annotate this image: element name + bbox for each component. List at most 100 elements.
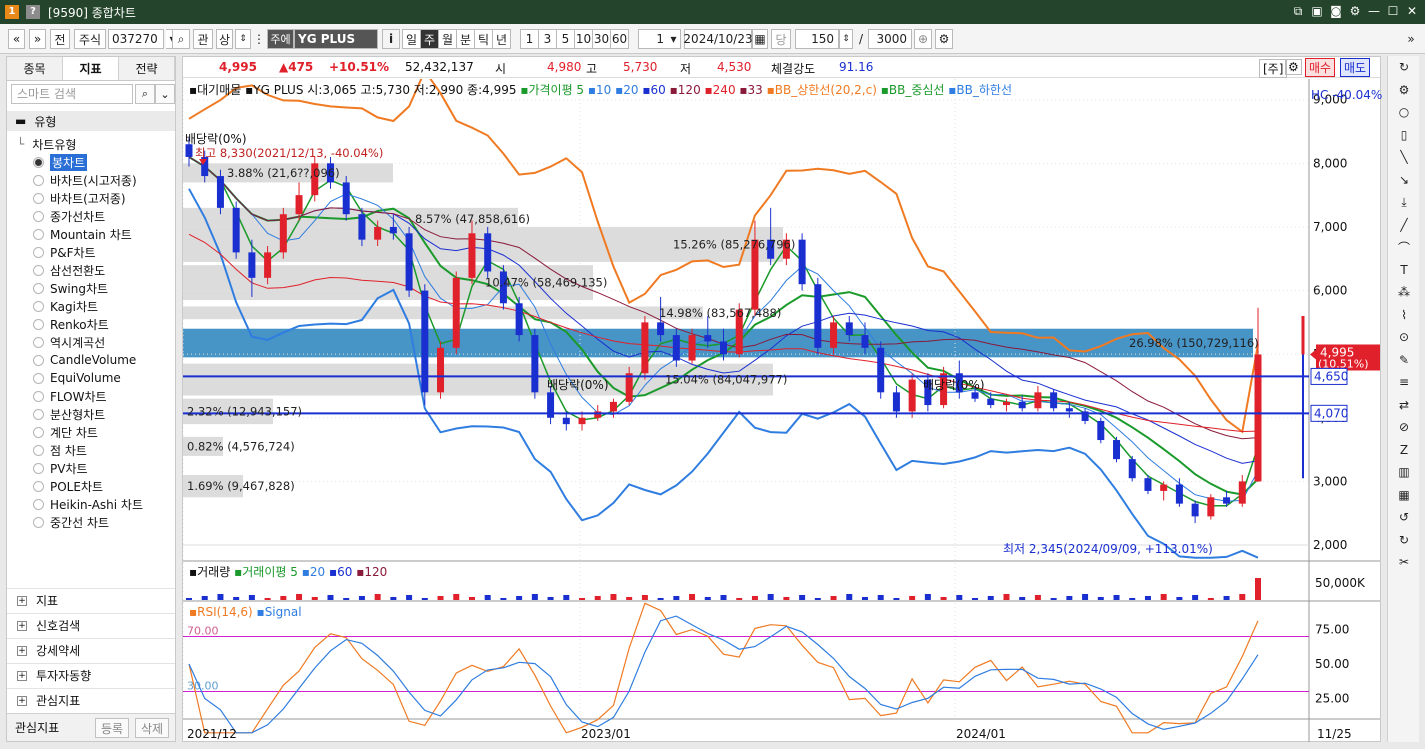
spin-input[interactable]: 1 xyxy=(638,29,668,49)
gear-icon[interactable]: ⚙ xyxy=(1394,81,1414,99)
bar-tool-icon[interactable]: ▯ xyxy=(1394,126,1414,144)
radio-icon[interactable] xyxy=(33,408,44,420)
interval-button-10[interactable]: 10 xyxy=(574,29,593,49)
camera-icon[interactable]: ◙ xyxy=(1329,3,1343,19)
code-input[interactable]: 037270 xyxy=(108,29,164,49)
search-icon[interactable]: ⌕ xyxy=(135,84,155,104)
count-input[interactable]: 150 xyxy=(795,29,839,49)
chart-type-item[interactable]: 봉차트 xyxy=(7,153,175,171)
radio-icon[interactable] xyxy=(33,228,44,240)
period-tab-1[interactable]: 주 xyxy=(420,29,439,49)
radio-icon[interactable] xyxy=(33,264,44,276)
folder-3[interactable]: + 투자자동향 xyxy=(7,663,175,687)
pattern-tool-icon[interactable]: ⁂ xyxy=(1394,283,1414,301)
radio-icon[interactable] xyxy=(33,210,44,222)
radio-icon[interactable] xyxy=(33,390,44,402)
collapse-icon[interactable]: ⌄ xyxy=(155,84,175,104)
erase-tool-icon[interactable]: ⊘ xyxy=(1394,418,1414,436)
line-tool-icon[interactable]: ╱ xyxy=(1394,216,1414,234)
folder-4[interactable]: + 관심지표 xyxy=(7,688,175,712)
date-input[interactable]: 2024/10/23 xyxy=(683,29,753,49)
left-tab-2[interactable]: 전략 xyxy=(119,57,175,80)
radio-icon[interactable] xyxy=(33,516,44,528)
period-tab-2[interactable]: 월 xyxy=(438,29,457,49)
arc-tool-icon[interactable]: ⌒ xyxy=(1394,238,1414,256)
unit-label[interactable]: [주] xyxy=(1259,59,1288,78)
radio-icon[interactable] xyxy=(33,372,44,384)
folder-2[interactable]: + 강세약세 xyxy=(7,638,175,662)
chart-type-item[interactable]: P&F차트 xyxy=(7,243,175,261)
chart-type-item[interactable]: EquiVolume xyxy=(7,369,175,387)
link-icon[interactable]: ▣ xyxy=(1310,3,1324,19)
chart-type-item[interactable]: FLOW차트 xyxy=(7,387,175,405)
delete-button[interactable]: 삭제 xyxy=(135,718,169,738)
prev-button[interactable]: 전 xyxy=(50,29,70,49)
list-tool-icon[interactable]: ≡ xyxy=(1394,373,1414,391)
zoom-add-icon[interactable]: ⊕ xyxy=(914,29,932,49)
chart-type-item[interactable]: 종가선차트 xyxy=(7,207,175,225)
minimize-icon[interactable]: — xyxy=(1367,3,1381,19)
sell-button[interactable]: 매도 xyxy=(1340,58,1371,77)
radio-icon[interactable] xyxy=(33,444,44,456)
buy-button[interactable]: 매수 xyxy=(1305,58,1336,77)
spin-dropdown-icon[interactable]: ▾ xyxy=(667,29,681,49)
wave-tool-icon[interactable]: ⌇ xyxy=(1394,306,1414,324)
spin-updown-icon[interactable]: ⇕ xyxy=(235,29,251,49)
expand-plus-icon[interactable]: + xyxy=(17,595,27,606)
chart-type-item[interactable]: CandleVolume xyxy=(7,351,175,369)
nav-prev-button[interactable]: « xyxy=(8,29,25,49)
expand-plus-icon[interactable]: + xyxy=(17,645,27,656)
nav-next-button[interactable]: » xyxy=(29,29,46,49)
maximize-icon[interactable]: ☐ xyxy=(1386,3,1400,19)
chart-type-item[interactable]: 바차트(고저종) xyxy=(7,189,175,207)
trendline-icon[interactable]: ╲ xyxy=(1394,148,1414,166)
chart-svg[interactable]: 3.88% (21,6??,096) 8.57% (47,858,616) 15.2… xyxy=(183,79,1380,742)
interval-button-30[interactable]: 30 xyxy=(592,29,611,49)
interval-button-60[interactable]: 60 xyxy=(610,29,629,49)
chart-type-item[interactable]: 계단 차트 xyxy=(7,423,175,441)
table-tool-icon[interactable]: ▦ xyxy=(1394,486,1414,504)
register-button[interactable]: 등록 xyxy=(95,718,129,738)
expand-plus-icon[interactable]: + xyxy=(17,695,27,706)
tree-node-chart-type[interactable]: └ 차트유형 xyxy=(7,135,175,153)
cut-tool-icon[interactable]: ✂ xyxy=(1394,553,1414,571)
info-button[interactable]: i xyxy=(382,29,400,49)
folder-1[interactable]: + 신호검색 xyxy=(7,613,175,637)
chart-type-item[interactable]: 점 차트 xyxy=(7,441,175,459)
swap-tool-icon[interactable]: ⇄ xyxy=(1394,396,1414,414)
radio-icon[interactable] xyxy=(33,336,44,348)
interval-button-1[interactable]: 1 xyxy=(520,29,539,49)
radio-icon[interactable] xyxy=(33,300,44,312)
chart-type-item[interactable]: PV차트 xyxy=(7,459,175,477)
expand-plus-icon[interactable]: + xyxy=(17,670,27,681)
period-tab-5[interactable]: 년 xyxy=(492,29,511,49)
radio-icon[interactable] xyxy=(33,174,44,186)
radio-icon[interactable] xyxy=(33,480,44,492)
radio-icon[interactable] xyxy=(33,426,44,438)
chart-type-item[interactable]: 분산형차트 xyxy=(7,405,175,423)
chart-type-item[interactable]: 바차트(시고저종) xyxy=(7,171,175,189)
chart-type-item[interactable]: 역시계곡선 xyxy=(7,333,175,351)
market-select[interactable]: 주식 xyxy=(74,29,106,49)
sang-button[interactable]: 상 xyxy=(216,29,233,49)
type-group[interactable]: ▬ 유형 xyxy=(7,111,175,131)
chart-type-item[interactable]: 삼선전환도 xyxy=(7,261,175,279)
chart-type-item[interactable]: Kagi차트 xyxy=(7,297,175,315)
radio-icon[interactable] xyxy=(33,192,44,204)
interval-button-3[interactable]: 3 xyxy=(538,29,557,49)
left-tab-0[interactable]: 종목 xyxy=(7,57,63,80)
left-tab-1[interactable]: 지표 xyxy=(63,57,119,80)
text-tool-icon[interactable]: T xyxy=(1394,261,1414,279)
folder-0[interactable]: + 지표 xyxy=(7,588,175,612)
smart-search-input[interactable]: 스마트 검색 xyxy=(11,84,133,104)
circle-tool-icon[interactable]: ○ xyxy=(1394,103,1414,121)
radio-icon[interactable] xyxy=(33,318,44,330)
undo-icon[interactable]: ↺ xyxy=(1394,508,1414,526)
gear-icon[interactable]: ⚙ xyxy=(1348,3,1362,19)
zoom-tool-icon[interactable]: ⊙ xyxy=(1394,328,1414,346)
period-tab-3[interactable]: 분 xyxy=(456,29,475,49)
chart-area[interactable]: 4,995 ▲475 +10.51% 52,432,137 시 4,980 고 … xyxy=(182,56,1382,742)
settings-icon[interactable]: ⚙ xyxy=(935,29,953,49)
kwan-button[interactable]: 관 xyxy=(193,29,213,49)
chart-type-item[interactable]: POLE차트 xyxy=(7,477,175,495)
